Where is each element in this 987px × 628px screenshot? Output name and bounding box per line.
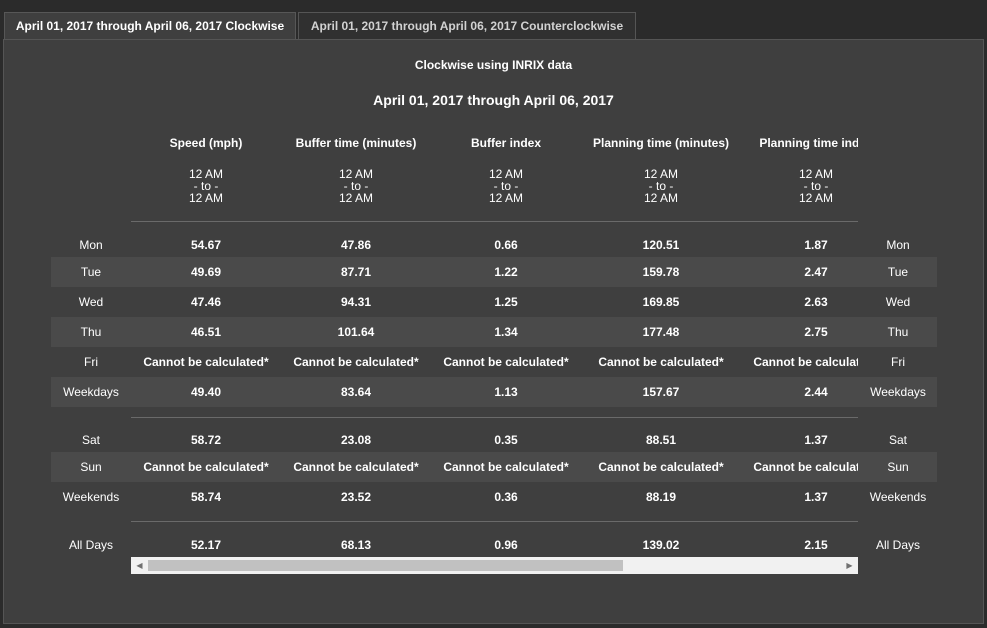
table-cell: 2.47 — [804, 265, 828, 279]
section-divider — [131, 221, 858, 222]
scroll-right-arrow-icon[interactable]: ▶ — [841, 557, 858, 574]
table-cell: 88.51 — [645, 433, 677, 447]
table-cell: 23.52 — [340, 490, 372, 504]
table-cell: Cannot be calculated* — [443, 355, 569, 369]
table-cell: 139.02 — [642, 538, 680, 552]
row-label-right: All Days — [875, 538, 920, 552]
table-cell: 58.72 — [190, 433, 222, 447]
horizontal-scrollbar[interactable]: ◀ ▶ — [131, 557, 858, 574]
table-cell: 169.85 — [642, 295, 680, 309]
time-range-line: 12 AM — [488, 191, 524, 205]
column-header: Speed (mph) — [169, 136, 243, 150]
column-header: Planning time index — [759, 136, 858, 150]
row-label-right: Thu — [887, 325, 909, 339]
table-cell: 49.40 — [190, 385, 222, 399]
column-time-range: 12 AM - to -12 AM — [281, 168, 431, 204]
table-cell: 159.78 — [642, 265, 680, 279]
scroll-left-arrow-icon[interactable]: ◀ — [131, 557, 148, 574]
time-range-line: 12 AM — [798, 167, 834, 181]
table-cell: 120.51 — [642, 238, 680, 252]
table-cell: 1.37 — [804, 490, 828, 504]
scrollable-table-body[interactable]: Speed (mph) 12 AM - to -12 AM Buffer time (… — [131, 0, 858, 628]
row-label-left: Mon — [79, 238, 103, 252]
row-label-left: Weekends — [62, 490, 120, 504]
table-cell: Cannot be calculated* — [753, 355, 858, 369]
table-cell: 0.35 — [494, 433, 518, 447]
table-cell: 0.36 — [494, 490, 518, 504]
row-label-right: Weekends — [869, 490, 927, 504]
row-label-right: Tue — [887, 265, 909, 279]
row-label-left: Sat — [81, 433, 100, 447]
table-cell: 47.46 — [190, 295, 222, 309]
column-time-range: 12 AM - to -12 AM — [131, 168, 281, 204]
column-time-range: 12 AM - to -12 AM — [586, 168, 736, 204]
table-cell: Cannot be calculated* — [598, 355, 724, 369]
section-divider — [131, 521, 858, 522]
row-label-right: Weekdays — [870, 385, 926, 399]
table-cell: 1.22 — [494, 265, 518, 279]
table-cell: 2.63 — [804, 295, 828, 309]
table-cell: 1.37 — [804, 433, 828, 447]
row-label-left: Tue — [80, 265, 102, 279]
table-cell: 157.67 — [642, 385, 680, 399]
row-label-right: Sat — [888, 433, 907, 447]
time-range-line: 12 AM — [798, 191, 834, 205]
row-label-left: Wed — [78, 295, 104, 309]
table-cell: Cannot be calculated* — [293, 355, 419, 369]
row-label-right: Sun — [887, 460, 909, 474]
column-time-range: 12 AM - to -12 AM — [741, 168, 858, 204]
table-cell: 52.17 — [190, 538, 222, 552]
table-cell: 1.13 — [494, 385, 518, 399]
table-cell: 0.66 — [494, 238, 518, 252]
table-cell: 46.51 — [190, 325, 222, 339]
time-range-line: 12 AM — [188, 191, 224, 205]
table-cell: 83.64 — [340, 385, 372, 399]
row-label-right: Wed — [885, 295, 911, 309]
table-cell: 88.19 — [645, 490, 677, 504]
column-header: Buffer index — [470, 136, 541, 150]
table-cell: 101.64 — [337, 325, 375, 339]
table-cell: 49.69 — [190, 265, 222, 279]
table-cell: 54.67 — [190, 238, 222, 252]
column-header: Buffer time (minutes) — [295, 136, 417, 150]
table-cell: Cannot be calculated* — [143, 460, 269, 474]
table-cell: Cannot be calculated* — [598, 460, 724, 474]
table-cell: 58.74 — [190, 490, 222, 504]
table-cell: 0.96 — [494, 538, 518, 552]
table-cell: 87.71 — [340, 265, 372, 279]
section-divider — [131, 417, 858, 418]
table-cell: Cannot be calculated* — [443, 460, 569, 474]
table-cell: 94.31 — [340, 295, 372, 309]
column-time-range: 12 AM - to -12 AM — [431, 168, 581, 204]
table-cell: 1.34 — [494, 325, 518, 339]
time-range-line: 12 AM — [643, 191, 679, 205]
table-cell: 68.13 — [340, 538, 372, 552]
table-cell: 2.44 — [804, 385, 828, 399]
table-cell: Cannot be calculated* — [293, 460, 419, 474]
table-cell: 1.25 — [494, 295, 518, 309]
table-cell: Cannot be calculated* — [753, 460, 858, 474]
row-label-right: Mon — [886, 238, 910, 252]
row-label-left: Thu — [80, 325, 102, 339]
row-label-right: Fri — [891, 355, 905, 369]
table-cell: 23.08 — [340, 433, 372, 447]
row-label-left: All Days — [68, 538, 113, 552]
scrollbar-thumb[interactable] — [148, 560, 623, 571]
table-cell: 47.86 — [340, 238, 372, 252]
table-cell: 177.48 — [642, 325, 680, 339]
table-cell: 2.15 — [804, 538, 828, 552]
table-cell: 2.75 — [804, 325, 828, 339]
table-cell: 1.87 — [804, 238, 828, 252]
row-label-left: Fri — [84, 355, 98, 369]
time-range-line: 12 AM — [338, 191, 374, 205]
column-header: Planning time (minutes) — [592, 136, 729, 150]
table-cell: Cannot be calculated* — [143, 355, 269, 369]
row-label-left: Sun — [80, 460, 102, 474]
row-label-left: Weekdays — [63, 385, 119, 399]
